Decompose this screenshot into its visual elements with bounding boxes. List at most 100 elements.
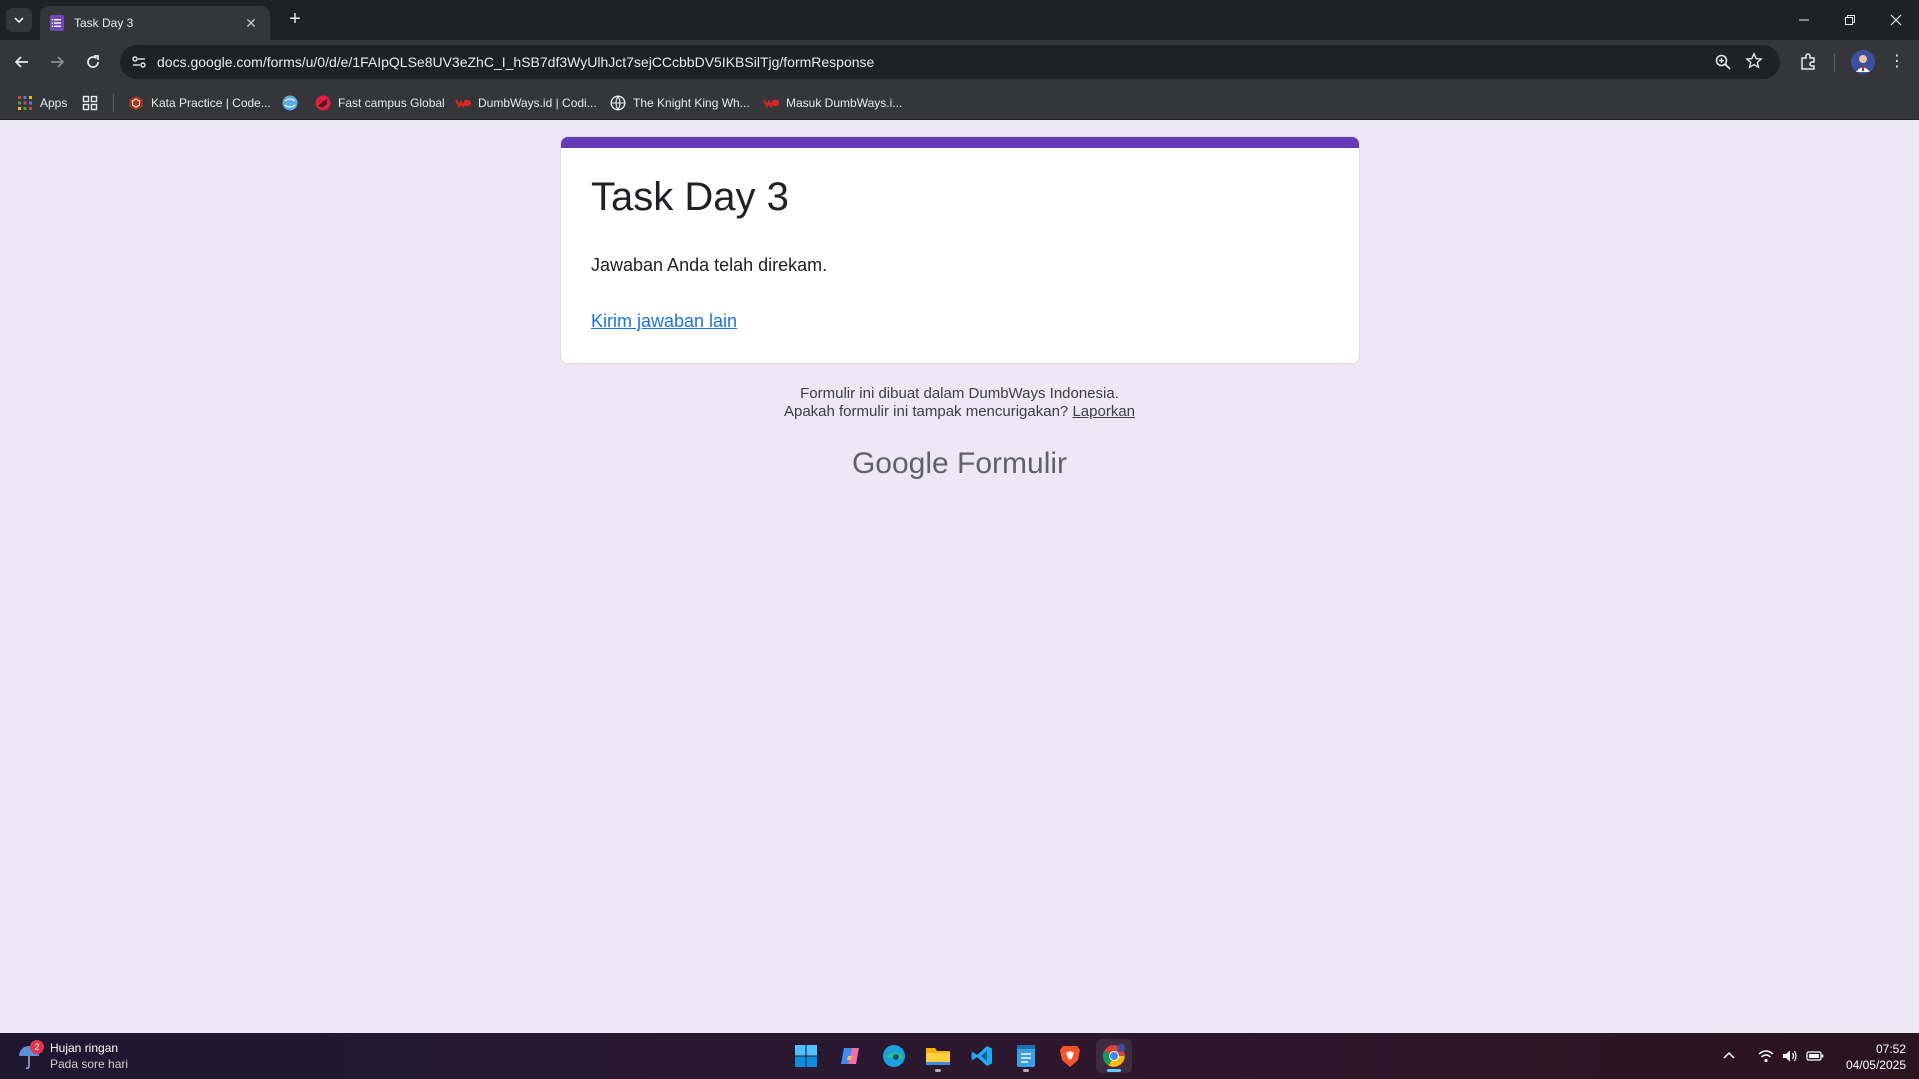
chevron-down-icon bbox=[14, 17, 24, 24]
arrow-left-icon bbox=[14, 56, 28, 68]
zoom-icon[interactable] bbox=[1714, 53, 1732, 71]
windows-start-button[interactable] bbox=[788, 1039, 824, 1073]
url-text[interactable]: docs.google.com/forms/u/0/d/e/1FAIpQLSe8… bbox=[157, 54, 874, 70]
running-indicator bbox=[935, 1069, 941, 1072]
brave-icon bbox=[1060, 1046, 1080, 1067]
globe-blue-icon bbox=[282, 95, 298, 111]
suspicious-question: Apakah formulir ini tampak mencurigakan? bbox=[783, 403, 1069, 420]
bookmark-knight-king[interactable]: The Knight King Wh... bbox=[610, 93, 750, 113]
google-wordmark: Google bbox=[851, 447, 949, 480]
report-abuse-line: Apakah formulir ini tampak mencurigakan?… bbox=[0, 403, 1919, 420]
taskbar-notepad[interactable] bbox=[1008, 1039, 1044, 1073]
google-forms-logo[interactable]: Google Formulir bbox=[0, 447, 1919, 481]
bookmark-globe-blue[interactable] bbox=[282, 93, 305, 113]
restore-icon bbox=[1845, 15, 1855, 25]
weather-title: Hujan ringan bbox=[50, 1041, 119, 1055]
close-tab-icon[interactable]: ✕ bbox=[242, 15, 260, 32]
page-content: Task Day 3 Jawaban Anda telah direkam. K… bbox=[0, 121, 1919, 1033]
file-explorer-icon bbox=[926, 1048, 950, 1065]
system-tray bbox=[1722, 1033, 1824, 1079]
taskbar-brave[interactable] bbox=[1052, 1039, 1088, 1073]
weather-widget[interactable]: 2 Hujan ringan Pada sore hari bbox=[16, 1040, 129, 1071]
tab-search-button[interactable] bbox=[6, 8, 32, 32]
battery-icon[interactable] bbox=[1806, 1049, 1824, 1063]
report-link[interactable]: Laporkan bbox=[1072, 403, 1135, 420]
running-indicator bbox=[1023, 1069, 1029, 1072]
bookmark-label: DumbWays.id | Codi... bbox=[478, 96, 597, 110]
fastcampus-icon bbox=[315, 95, 331, 111]
restore-button[interactable] bbox=[1827, 0, 1873, 40]
browser-toolbar: docs.google.com/forms/u/0/d/e/1FAIpQLSe8… bbox=[0, 40, 1919, 84]
taskbar-chrome[interactable] bbox=[1096, 1039, 1132, 1073]
form-creator-note: Formulir ini dibuat dalam DumbWays Indon… bbox=[800, 385, 1119, 402]
dumbways-icon bbox=[763, 99, 779, 109]
taskbar-vscode[interactable] bbox=[964, 1039, 1000, 1073]
taskbar-edge[interactable] bbox=[876, 1039, 912, 1073]
bookmark-label: Apps bbox=[40, 96, 68, 110]
bookmark-fastcampus[interactable]: Fast campus Global bbox=[315, 93, 445, 113]
bookmark-label: Masuk DumbWays.i... bbox=[786, 96, 903, 110]
windows-taskbar: 2 Hujan ringan Pada sore hari 07:52 04/0… bbox=[0, 1033, 1919, 1079]
submit-another-response-link[interactable]: Kirim jawaban lain bbox=[591, 311, 737, 332]
bookmarks-bar: Apps Kata Practice | Code... Fast campus… bbox=[0, 84, 1919, 120]
notepad-icon bbox=[1017, 1045, 1035, 1067]
weather-badge: 2 bbox=[30, 1040, 44, 1054]
volume-icon[interactable] bbox=[1782, 1049, 1798, 1063]
show-hidden-icons-chevron-up-icon[interactable] bbox=[1722, 1049, 1736, 1063]
taskbar-copilot[interactable] bbox=[832, 1039, 868, 1073]
form-response-card: Task Day 3 Jawaban Anda telah direkam. K… bbox=[560, 136, 1360, 364]
address-bar[interactable]: docs.google.com/forms/u/0/d/e/1FAIpQLSe8… bbox=[120, 45, 1780, 79]
wifi-icon[interactable] bbox=[1758, 1049, 1774, 1063]
close-window-button[interactable] bbox=[1873, 0, 1919, 40]
active-tab[interactable]: Task Day 3 ✕ bbox=[40, 6, 270, 40]
new-tab-button[interactable]: + bbox=[282, 8, 308, 32]
tab-strip: Task Day 3 ✕ + bbox=[0, 0, 1919, 40]
close-icon bbox=[1890, 14, 1902, 26]
bookmark-masuk-dumbways[interactable]: Masuk DumbWays.i... bbox=[763, 93, 902, 113]
weather-rain-icon: 2 bbox=[16, 1040, 44, 1070]
bookmark-apps[interactable]: Apps bbox=[17, 93, 67, 113]
forward-button[interactable] bbox=[43, 48, 71, 76]
bookmark-star-icon[interactable] bbox=[1745, 52, 1763, 70]
form-title: Task Day 3 bbox=[591, 175, 789, 219]
confirmation-message: Jawaban Anda telah direkam. bbox=[591, 255, 828, 275]
minimize-icon bbox=[1799, 19, 1809, 21]
apps-grid-icon bbox=[18, 96, 32, 110]
bookmark-codewars[interactable]: Kata Practice | Code... bbox=[128, 93, 271, 113]
tab-groups-icon bbox=[82, 95, 98, 111]
bookmark-label: The Knight King Wh... bbox=[633, 96, 750, 110]
reload-icon bbox=[87, 55, 99, 68]
bookmarks-divider bbox=[113, 94, 114, 112]
chrome-icon bbox=[1103, 1044, 1125, 1067]
edge-icon bbox=[883, 1045, 905, 1067]
vscode-icon bbox=[971, 1046, 992, 1066]
copilot-icon bbox=[841, 1048, 859, 1064]
arrow-right-icon bbox=[51, 56, 65, 68]
more-menu-icon[interactable]: ⋮ bbox=[1889, 51, 1905, 71]
form-accent-bar bbox=[561, 137, 1359, 148]
toolbar-divider bbox=[1834, 54, 1835, 72]
forms-wordmark: Formulir bbox=[957, 447, 1068, 480]
globe-icon bbox=[610, 95, 626, 111]
bookmark-dumbways[interactable]: DumbWays.id | Codi... bbox=[455, 93, 597, 113]
back-button[interactable] bbox=[8, 48, 36, 76]
reload-button[interactable] bbox=[79, 48, 107, 76]
extensions-icon[interactable] bbox=[1798, 52, 1818, 72]
tab-title: Task Day 3 bbox=[74, 16, 134, 30]
bookmark-label: Kata Practice | Code... bbox=[151, 96, 271, 110]
taskbar-file-explorer[interactable] bbox=[920, 1039, 956, 1073]
codewars-icon bbox=[129, 96, 143, 110]
weather-subtitle: Pada sore hari bbox=[50, 1057, 129, 1071]
site-info-icon[interactable] bbox=[130, 53, 148, 71]
bookmark-tab-groups[interactable] bbox=[82, 93, 98, 113]
profile-avatar[interactable] bbox=[1851, 50, 1875, 74]
minimize-button[interactable] bbox=[1781, 0, 1827, 40]
google-forms-icon bbox=[50, 15, 64, 31]
clock[interactable]: 07:52 04/05/2025 bbox=[1828, 1041, 1906, 1073]
clock-time: 07:52 bbox=[1875, 1042, 1906, 1056]
bookmark-label: Fast campus Global bbox=[338, 96, 445, 110]
windows-start-icon bbox=[795, 1045, 817, 1067]
running-indicator bbox=[1107, 1069, 1121, 1072]
dumbways-icon bbox=[455, 99, 471, 109]
clock-date: 04/05/2025 bbox=[1845, 1058, 1906, 1072]
